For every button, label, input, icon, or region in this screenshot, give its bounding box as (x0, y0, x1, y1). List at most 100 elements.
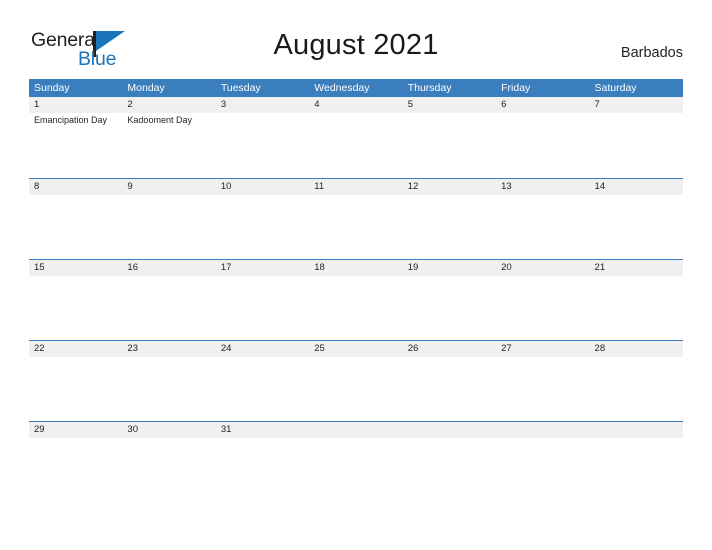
day-cell[interactable]: 19 (403, 260, 496, 341)
day-cell[interactable]: 7 (590, 97, 683, 178)
day-cell[interactable]: 12 (403, 179, 496, 260)
day-event (501, 357, 589, 358)
day-cell[interactable]: 28 (590, 341, 683, 422)
day-cell[interactable]: 26 (403, 341, 496, 422)
day-event (408, 438, 496, 439)
day-cell[interactable]: 25 (309, 341, 402, 422)
day-number: 15 (34, 262, 45, 273)
day-event (127, 438, 215, 439)
day-cell[interactable]: 31 (216, 422, 309, 503)
day-event (408, 195, 496, 196)
day-cell[interactable] (496, 422, 589, 503)
day-cell[interactable]: 10 (216, 179, 309, 260)
page-header: General Blue August 2021 Barbados (0, 0, 712, 76)
day-cell[interactable]: 16 (122, 260, 215, 341)
day-event (314, 195, 402, 196)
day-cell[interactable]: 1 Emancipation Day (29, 97, 122, 178)
day-cell[interactable]: 6 (496, 97, 589, 178)
day-cell[interactable]: 29 (29, 422, 122, 503)
day-number: 27 (501, 343, 512, 354)
day-event (595, 438, 683, 439)
day-cell[interactable]: 4 (309, 97, 402, 178)
day-event (127, 195, 215, 196)
day-number: 5 (407, 99, 413, 110)
day-number: 24 (220, 343, 232, 354)
day-cell[interactable]: 15 (29, 260, 122, 341)
day-event (595, 195, 683, 196)
day-event (501, 276, 589, 277)
day-event (314, 276, 402, 277)
week-row: 1 Emancipation Day 2 Kadooment Day 3 4 5 (29, 97, 683, 178)
day-number: 19 (407, 262, 419, 273)
day-number: 28 (594, 343, 606, 354)
day-event (127, 276, 215, 277)
day-cell[interactable]: 8 (29, 179, 122, 260)
day-number: 29 (34, 424, 45, 435)
day-cell[interactable]: 23 (122, 341, 215, 422)
weekday-header-row: Sunday Monday Tuesday Wednesday Thursday… (29, 79, 683, 97)
day-number: 30 (127, 424, 138, 435)
day-number: 26 (407, 343, 419, 354)
day-cell[interactable]: 22 (29, 341, 122, 422)
day-event (595, 276, 683, 277)
day-number: 23 (127, 343, 138, 354)
day-number (408, 422, 496, 438)
day-event: Emancipation Day (34, 115, 108, 125)
day-cell[interactable]: 18 (309, 260, 402, 341)
day-number (595, 422, 683, 438)
day-cell[interactable]: 17 (216, 260, 309, 341)
day-cell[interactable]: 20 (496, 260, 589, 341)
week-row: 15 16 17 18 19 20 21 (29, 259, 683, 340)
day-event (34, 195, 122, 196)
day-cell[interactable]: 21 (590, 260, 683, 341)
day-number: 18 (314, 262, 325, 273)
weekday-saturday: Saturday (594, 82, 637, 94)
day-event (595, 357, 683, 358)
day-event (501, 195, 589, 196)
day-cell[interactable]: 5 (403, 97, 496, 178)
day-event (314, 438, 402, 439)
day-event (595, 113, 683, 114)
day-cell[interactable] (309, 422, 402, 503)
day-event (408, 113, 496, 114)
day-event (221, 276, 309, 277)
day-cell[interactable]: 9 (122, 179, 215, 260)
day-event (314, 357, 402, 358)
day-cell[interactable]: 30 (122, 422, 215, 503)
day-event: Kadooment Day (127, 115, 192, 125)
calendar-grid: Sunday Monday Tuesday Wednesday Thursday… (29, 79, 683, 502)
day-number: 21 (594, 262, 606, 273)
weekday-wednesday: Wednesday (314, 82, 370, 94)
day-number: 20 (501, 262, 512, 273)
week-row: 29 30 31 (29, 421, 683, 502)
day-number: 25 (314, 343, 325, 354)
day-cell[interactable]: 3 (216, 97, 309, 178)
week-row: 22 23 24 25 26 27 28 (29, 340, 683, 421)
day-cell[interactable]: 2 Kadooment Day (122, 97, 215, 178)
day-event (408, 276, 496, 277)
weekday-monday: Monday (127, 82, 165, 94)
day-cell[interactable]: 27 (496, 341, 589, 422)
day-cell[interactable]: 11 (309, 179, 402, 260)
day-cell[interactable]: 14 (590, 179, 683, 260)
day-event (221, 357, 309, 358)
day-number: 8 (34, 181, 40, 192)
day-cell[interactable] (590, 422, 683, 503)
weekday-thursday: Thursday (407, 82, 452, 94)
page-title: August 2021 (273, 29, 439, 61)
day-number: 17 (220, 262, 232, 273)
day-cell[interactable]: 13 (496, 179, 589, 260)
day-event (34, 276, 122, 277)
day-number: 16 (127, 262, 138, 273)
day-number: 4 (314, 99, 320, 110)
day-cell[interactable] (403, 422, 496, 503)
day-number (501, 422, 589, 438)
day-cell[interactable]: 24 (216, 341, 309, 422)
day-number: 11 (314, 181, 325, 192)
day-number: 6 (501, 99, 507, 110)
day-number: 12 (407, 181, 419, 192)
day-event (127, 357, 215, 358)
day-number: 2 (127, 99, 133, 110)
weekday-friday: Friday (501, 82, 531, 94)
weekday-sunday: Sunday (34, 82, 70, 94)
